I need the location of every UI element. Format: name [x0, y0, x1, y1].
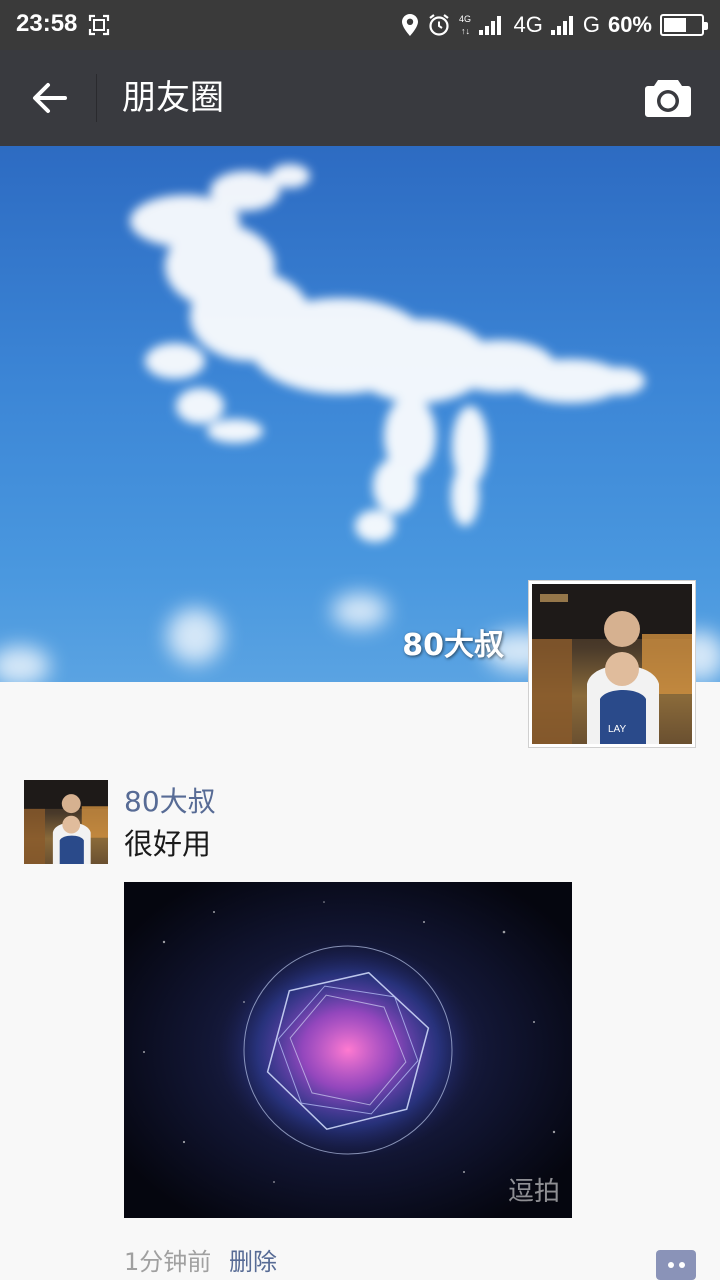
screenshot-icon [88, 14, 110, 36]
alarm-icon [429, 14, 450, 36]
nav-bar: 朋友圈 [0, 50, 720, 146]
camera-button[interactable] [644, 76, 692, 120]
cover-username: 80大叔 [402, 628, 504, 663]
camera-icon [645, 80, 691, 117]
signal-icon-2 [550, 16, 573, 35]
post-avatar[interactable] [24, 780, 108, 864]
nav-divider [96, 74, 97, 122]
signal-icon: 4G ↑↓ [459, 14, 502, 36]
post-time: 1分钟前 [124, 1248, 212, 1276]
network-label-1: 4G [513, 12, 543, 37]
post-author[interactable]: 80大叔 [124, 782, 216, 822]
page-title: 朋友圈 [122, 78, 224, 118]
status-icons: 4G ↑↓ 4G G 60% [401, 10, 708, 40]
galaxy-picture [143, 901, 556, 1183]
battery-percent: 60% [607, 12, 652, 37]
more-button[interactable] [656, 1250, 696, 1280]
avatar-photo: LAY [532, 584, 692, 744]
network-label-2: G [582, 12, 600, 37]
battery-icon [660, 14, 708, 36]
status-bar: 23:58 4G ↑↓ 4G G 60% [0, 0, 720, 50]
status-time: 23:58 [16, 10, 78, 37]
svg-text:4G: 4G [459, 14, 471, 24]
arrow-left-icon [33, 83, 67, 113]
delete-link[interactable]: 删除 [229, 1242, 277, 1277]
svg-text:↑↓: ↑↓ [461, 26, 470, 36]
back-button[interactable] [24, 74, 74, 122]
post-text: 很好用 [124, 827, 212, 861]
post-image[interactable]: 逗拍 [124, 882, 572, 1218]
battery-level [664, 18, 686, 32]
more-icon [667, 1262, 674, 1268]
location-icon [402, 14, 419, 36]
image-watermark: 逗拍 [507, 1177, 560, 1207]
profile-avatar[interactable]: LAY [528, 580, 696, 748]
svg-text:LAY: LAY [608, 724, 626, 735]
more-icon-dot [678, 1262, 685, 1268]
